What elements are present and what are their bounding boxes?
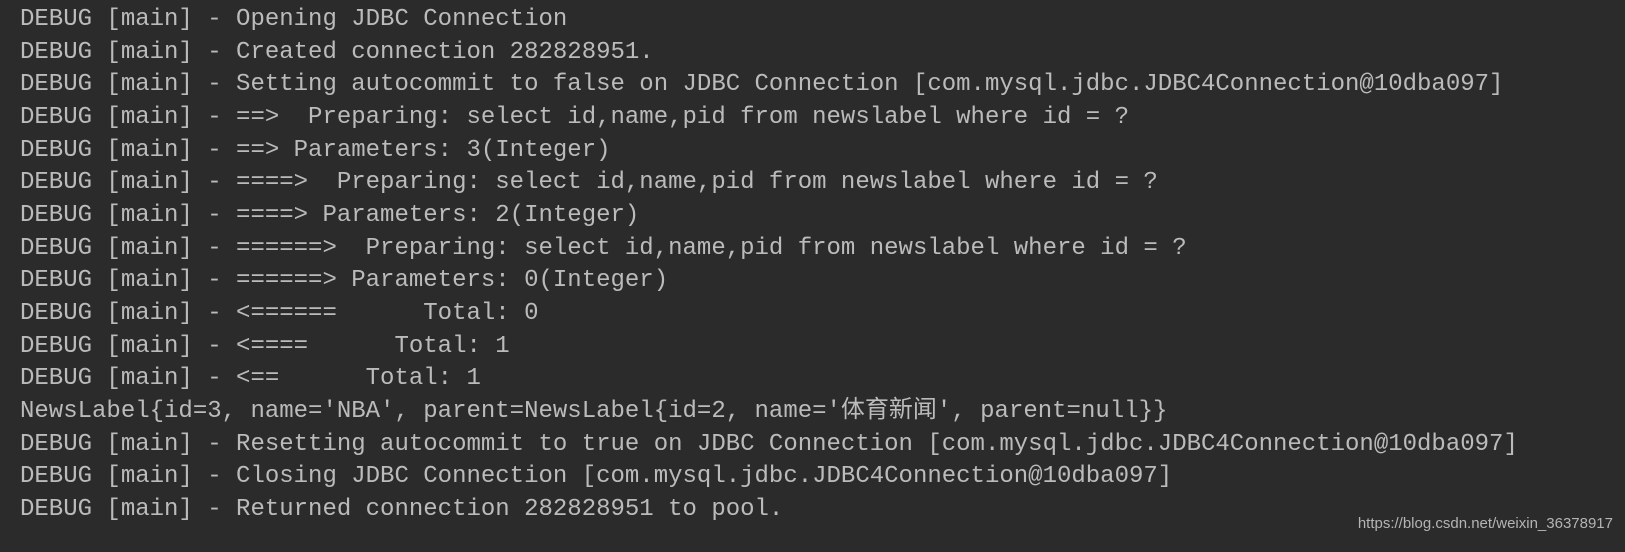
log-line: DEBUG [main] - Closing JDBC Connection [… <box>20 463 1173 491</box>
log-line: DEBUG [main] - ====> Preparing: select i… <box>20 169 1158 197</box>
log-line: DEBUG [main] - ======> Preparing: select… <box>20 234 1187 262</box>
log-line: DEBUG [main] - ==> Parameters: 3(Integer… <box>20 136 611 164</box>
log-line: DEBUG [main] - Returned connection 28282… <box>20 495 784 523</box>
log-line: DEBUG [main] - <==== Total: 1 <box>20 332 510 360</box>
log-line: DEBUG [main] - <== Total: 1 <box>20 365 481 393</box>
log-line: DEBUG [main] - ======> Parameters: 0(Int… <box>20 267 669 295</box>
log-line: DEBUG [main] - ==> Preparing: select id,… <box>20 103 1129 131</box>
log-line: NewsLabel{id=3, name='NBA', parent=NewsL… <box>20 397 1168 425</box>
log-line: DEBUG [main] - Created connection 282828… <box>20 38 654 66</box>
watermark: https://blog.csdn.net/weixin_36378917 <box>1357 515 1613 532</box>
log-line: DEBUG [main] - ====> Parameters: 2(Integ… <box>20 201 640 229</box>
log-line: DEBUG [main] - <====== Total: 0 <box>20 299 539 327</box>
console-output: DEBUG [main] - Opening JDBC Connection DE… <box>20 4 1518 527</box>
log-line: DEBUG [main] - Opening JDBC Connection <box>20 6 568 33</box>
log-line: DEBUG [main] - Setting autocommit to fal… <box>20 71 1504 99</box>
log-line: DEBUG [main] - Resetting autocommit to t… <box>20 430 1518 458</box>
